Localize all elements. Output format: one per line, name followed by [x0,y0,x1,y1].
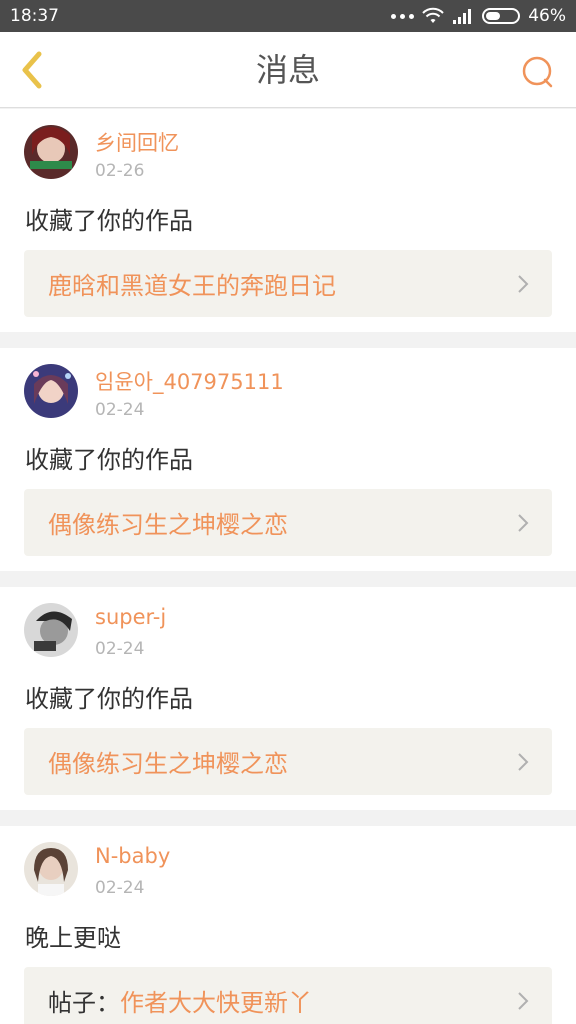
search-button[interactable] [518,52,558,92]
page-title: 消息 [255,51,320,89]
work-link[interactable]: 偶像练习生之坤樱之恋 [24,728,552,795]
notification-card: 乡间回忆 02-26 收藏了你的作品 鹿晗和黑道女王的奔跑日记 [0,109,576,332]
notification-card: super-j 02-24 收藏了你的作品 偶像练习生之坤樱之恋 [0,587,576,810]
work-title: 作者大大快更新丫 [120,989,312,1017]
chevron-right-icon [518,992,529,1010]
username[interactable]: 乡间回忆 [95,127,179,157]
action-text: 收藏了你的作品 [25,446,193,474]
back-arrow-icon [22,51,42,89]
work-title: 鹿晗和黑道女王的奔跑日记 [48,272,336,300]
username[interactable]: N-baby [95,844,170,868]
date: 02-24 [95,400,145,420]
notification-list: 乡间回忆 02-26 收藏了你的作品 鹿晗和黑道女王的奔跑日记 임윤아_4079… [0,109,576,1024]
work-prefix: 帖子： [48,989,120,1017]
search-icon [522,56,553,88]
work-title-group: 帖子：作者大大快更新丫 [48,983,312,1018]
action-text: 收藏了你的作品 [25,207,193,235]
battery-icon [482,8,521,24]
avatar[interactable] [24,364,78,418]
more-dots-icon [391,13,415,19]
nav-bar: 消息 [0,32,576,108]
username[interactable]: 임윤아_407975111 [95,366,284,396]
action-text: 晚上更哒 [25,924,121,952]
notification-card: 임윤아_407975111 02-24 收藏了你的作品 偶像练习生之坤樱之恋 [0,348,576,571]
signal-icon [453,9,472,24]
status-time: 18:37 [10,6,59,26]
work-title: 偶像练习生之坤樱之恋 [48,750,288,778]
avatar[interactable] [24,603,78,657]
avatar[interactable] [24,125,78,179]
work-link[interactable]: 鹿晗和黑道女王的奔跑日记 [24,250,552,317]
status-icons: 46% [391,6,566,26]
battery-percent: 46% [528,6,566,26]
work-link[interactable]: 偶像练习生之坤樱之恋 [24,489,552,556]
wifi-icon [422,7,444,23]
chevron-right-icon [518,275,529,293]
action-text: 收藏了你的作品 [25,685,193,713]
date: 02-24 [95,878,145,898]
work-link[interactable]: 帖子：作者大大快更新丫 [24,967,552,1024]
chevron-right-icon [518,753,529,771]
chevron-right-icon [518,514,529,532]
back-button[interactable] [12,50,52,90]
work-title: 偶像练习生之坤樱之恋 [48,511,288,539]
date: 02-24 [95,639,145,659]
username[interactable]: super-j [95,605,166,629]
notification-card: N-baby 02-24 晚上更哒 帖子：作者大大快更新丫 [0,826,576,1024]
avatar[interactable] [24,842,78,896]
date: 02-26 [95,161,145,181]
status-bar: 18:37 46% [0,0,576,32]
